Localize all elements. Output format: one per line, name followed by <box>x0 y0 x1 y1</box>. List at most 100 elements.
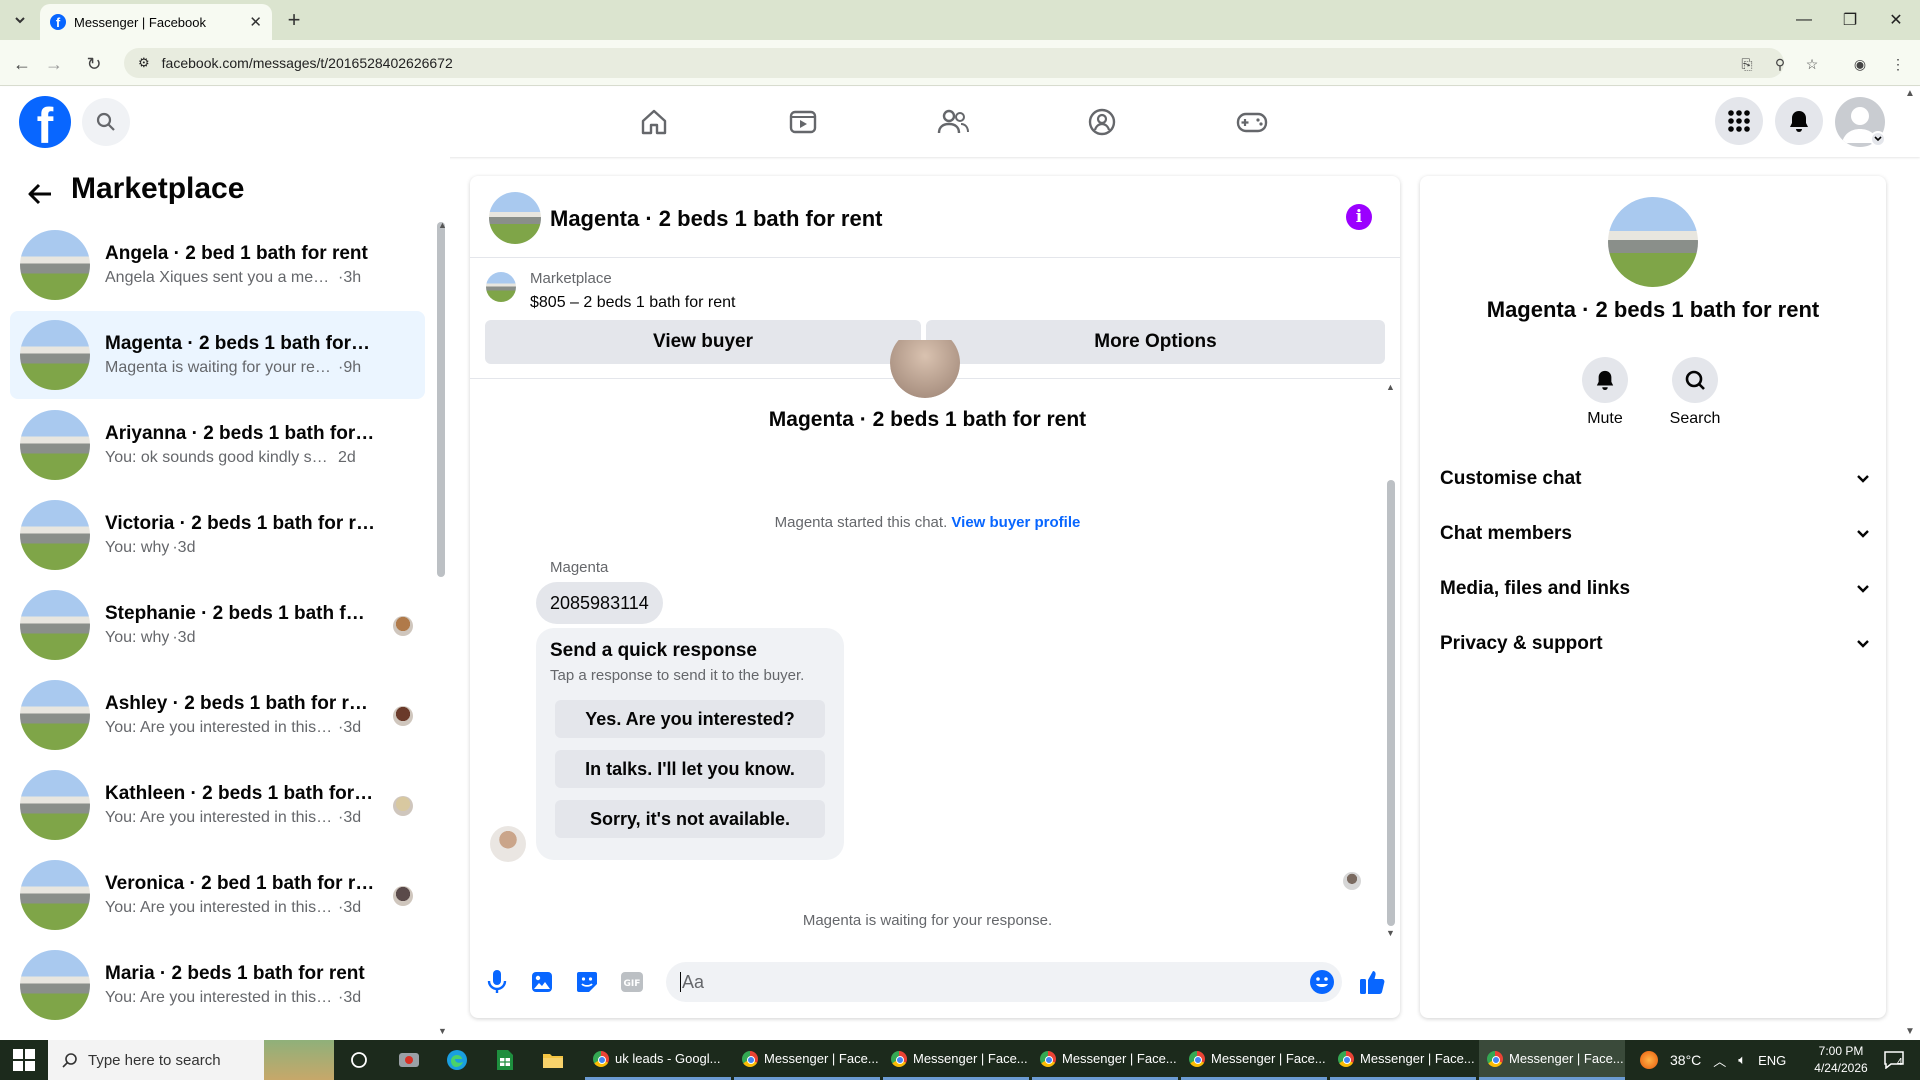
taskbar-window-button[interactable]: Messenger | Face... <box>883 1040 1029 1080</box>
weather-icon[interactable] <box>1640 1051 1658 1069</box>
back-arrow-icon[interactable] <box>24 178 56 210</box>
mute-button[interactable] <box>1582 357 1628 403</box>
privacy-support-section[interactable]: Privacy & support <box>1440 624 1870 664</box>
account-chevron-icon[interactable] <box>1870 131 1886 147</box>
gif-icon[interactable]: GIF <box>617 967 647 997</box>
conversation-item[interactable]: Maria · 2 beds 1 bath for rent You: Are y… <box>10 941 425 1029</box>
notification-center-icon[interactable]: 4 <box>1880 1048 1908 1072</box>
taskbar-window-button[interactable]: Messenger | Face... <box>1032 1040 1178 1080</box>
zoom-icon[interactable]: ⚲ <box>1770 54 1790 74</box>
install-app-icon[interactable]: ⎘ <box>1737 54 1757 74</box>
quick-response-button[interactable]: Yes. Are you interested? <box>555 700 825 738</box>
conversation-text: Victoria · 2 beds 1 bath for rent You: wh… <box>105 513 375 557</box>
home-icon[interactable] <box>632 100 676 144</box>
speaker-icon[interactable]: 🔈︎ <box>1738 1052 1746 1068</box>
notifications-bell-icon[interactable] <box>1775 97 1823 145</box>
forward-icon[interactable]: → <box>40 50 68 78</box>
conversation-preview: Magenta is waiting for your respon... <box>105 359 335 376</box>
groups-icon[interactable] <box>1080 100 1124 144</box>
chrome-icon <box>593 1050 609 1067</box>
conversation-item[interactable]: Victoria · 2 beds 1 bath for rent You: wh… <box>10 491 425 579</box>
more-options-button[interactable]: More Options <box>926 320 1385 364</box>
task-view-icon[interactable] <box>344 1040 374 1080</box>
bookmark-star-icon[interactable]: ☆ <box>1802 54 1822 74</box>
chat-title[interactable]: Magenta · 2 beds 1 bath for rent <box>550 206 883 232</box>
chat-members-section[interactable]: Chat members <box>1440 514 1870 554</box>
chat-header-avatar[interactable] <box>489 192 541 244</box>
browser-menu-icon[interactable]: ⋮ <box>1888 54 1908 74</box>
taskbar-search-icon <box>62 1053 77 1068</box>
facebook-logo-icon[interactable]: f <box>19 96 71 148</box>
quick-response-button[interactable]: In talks. I'll let you know. <box>555 750 825 788</box>
photo-icon[interactable] <box>527 967 557 997</box>
chat-scroll-up-icon[interactable]: ▲ <box>1386 382 1395 392</box>
details-avatar[interactable] <box>1608 197 1698 287</box>
sender-avatar[interactable] <box>490 826 526 862</box>
conversation-item[interactable]: Magenta · 2 beds 1 bath for rent Magenta … <box>10 311 425 399</box>
taskbar-window-button[interactable]: uk leads - Googl... <box>585 1040 731 1080</box>
page-scroll-down-icon[interactable]: ▼ <box>1905 1026 1915 1037</box>
close-tab-icon[interactable]: ✕ <box>249 13 262 31</box>
page-scroll-up-icon[interactable]: ▲ <box>1905 88 1915 99</box>
friends-icon[interactable] <box>931 100 975 144</box>
listing-price-title[interactable]: $805 – 2 beds 1 bath for rent <box>530 294 735 312</box>
site-info-icon[interactable]: ⚙ <box>138 55 150 71</box>
search-in-chat-button[interactable] <box>1672 357 1718 403</box>
chat-scroll-down-icon[interactable]: ▼ <box>1386 928 1395 938</box>
url-field[interactable]: ⚙ facebook.com/messages/t/20165284026266… <box>124 48 1784 78</box>
message-input[interactable]: Aa <box>666 962 1342 1002</box>
edge-browser-icon[interactable] <box>442 1040 472 1080</box>
emoji-icon[interactable] <box>1307 967 1337 997</box>
conversation-scrollbar[interactable] <box>437 222 445 577</box>
conversation-info-icon[interactable]: i <box>1346 204 1372 230</box>
back-icon[interactable]: ← <box>8 50 36 78</box>
conversation-item[interactable]: Veronica · 2 bed 1 bath for rent You: Are… <box>10 851 425 939</box>
scroll-down-arrow-icon[interactable]: ▼ <box>438 1026 447 1036</box>
tab-search-chevron-icon[interactable] <box>8 8 32 32</box>
like-thumbs-up-icon[interactable] <box>1357 967 1387 997</box>
conversation-item[interactable]: Ashley · 2 beds 1 bath for rent You: Are … <box>10 671 425 759</box>
taskbar-window-button[interactable]: Messenger | Face... <box>1181 1040 1327 1080</box>
restore-icon[interactable]: ❐ <box>1836 8 1864 32</box>
temperature[interactable]: 38°C <box>1670 1052 1701 1068</box>
close-window-icon[interactable]: ✕ <box>1882 8 1910 32</box>
taskbar-window-button[interactable]: Messenger | Face... <box>1330 1040 1476 1080</box>
media-files-links-section[interactable]: Media, files and links <box>1440 569 1870 609</box>
scroll-up-arrow-icon[interactable]: ▲ <box>438 220 447 230</box>
taskbar-window-button-active[interactable]: Messenger | Face... <box>1479 1040 1625 1080</box>
windows-start-icon[interactable] <box>12 1048 36 1072</box>
language-indicator[interactable]: ENG <box>1758 1053 1786 1068</box>
taskbar-window-button[interactable]: Messenger | Face... <box>734 1040 880 1080</box>
quick-response-button[interactable]: Sorry, it's not available. <box>555 800 825 838</box>
conversation-item[interactable]: Stephanie · 2 beds 1 bath for r... You: w… <box>10 581 425 669</box>
taskbar-clock[interactable]: 7:00 PM 4/24/2026 <box>1806 1043 1876 1077</box>
video-icon[interactable] <box>781 100 825 144</box>
profile-icon[interactable]: ◉ <box>1850 54 1870 74</box>
minimize-icon[interactable]: — <box>1790 8 1818 32</box>
gaming-icon[interactable] <box>1230 100 1274 144</box>
conversation-name: Angela · 2 bed 1 bath for rent <box>105 243 368 264</box>
conversation-item[interactable]: Ariyanna · 2 beds 1 bath for rent You: ok… <box>10 401 425 489</box>
chat-scrollbar[interactable] <box>1387 480 1395 926</box>
chevron-down-icon <box>1856 474 1870 484</box>
message-bubble[interactable]: 2085983114 <box>536 582 663 624</box>
tray-chevron-up-icon[interactable]: ︿ <box>1713 1051 1726 1070</box>
view-buyer-profile-link[interactable]: View buyer profile <box>951 514 1080 531</box>
customise-chat-section[interactable]: Customise chat <box>1440 459 1870 499</box>
microphone-icon[interactable] <box>482 967 512 997</box>
marketplace-label: Marketplace <box>530 270 612 287</box>
menu-grid-icon[interactable] <box>1715 97 1763 145</box>
sticker-icon[interactable] <box>572 967 602 997</box>
taskbar-search-box[interactable]: Type here to search <box>48 1040 334 1080</box>
conversation-item[interactable]: Angela · 2 bed 1 bath for rent Angela Xiq… <box>10 221 425 309</box>
spreadsheet-app-icon[interactable] <box>490 1040 520 1080</box>
view-buyer-button[interactable]: View buyer <box>485 320 921 364</box>
file-explorer-icon[interactable] <box>538 1040 568 1080</box>
conversation-preview-line: You: why ·3d <box>105 629 375 647</box>
conversation-item[interactable]: Kathleen · 2 beds 1 bath for rent You: Ar… <box>10 761 425 849</box>
new-tab-icon[interactable]: + <box>282 7 306 32</box>
reload-icon[interactable]: ↻ <box>80 50 108 78</box>
app-icon[interactable] <box>394 1040 424 1080</box>
browser-tab[interactable]: f Messenger | Facebook ✕ <box>40 4 272 40</box>
facebook-search-icon[interactable] <box>82 98 130 146</box>
